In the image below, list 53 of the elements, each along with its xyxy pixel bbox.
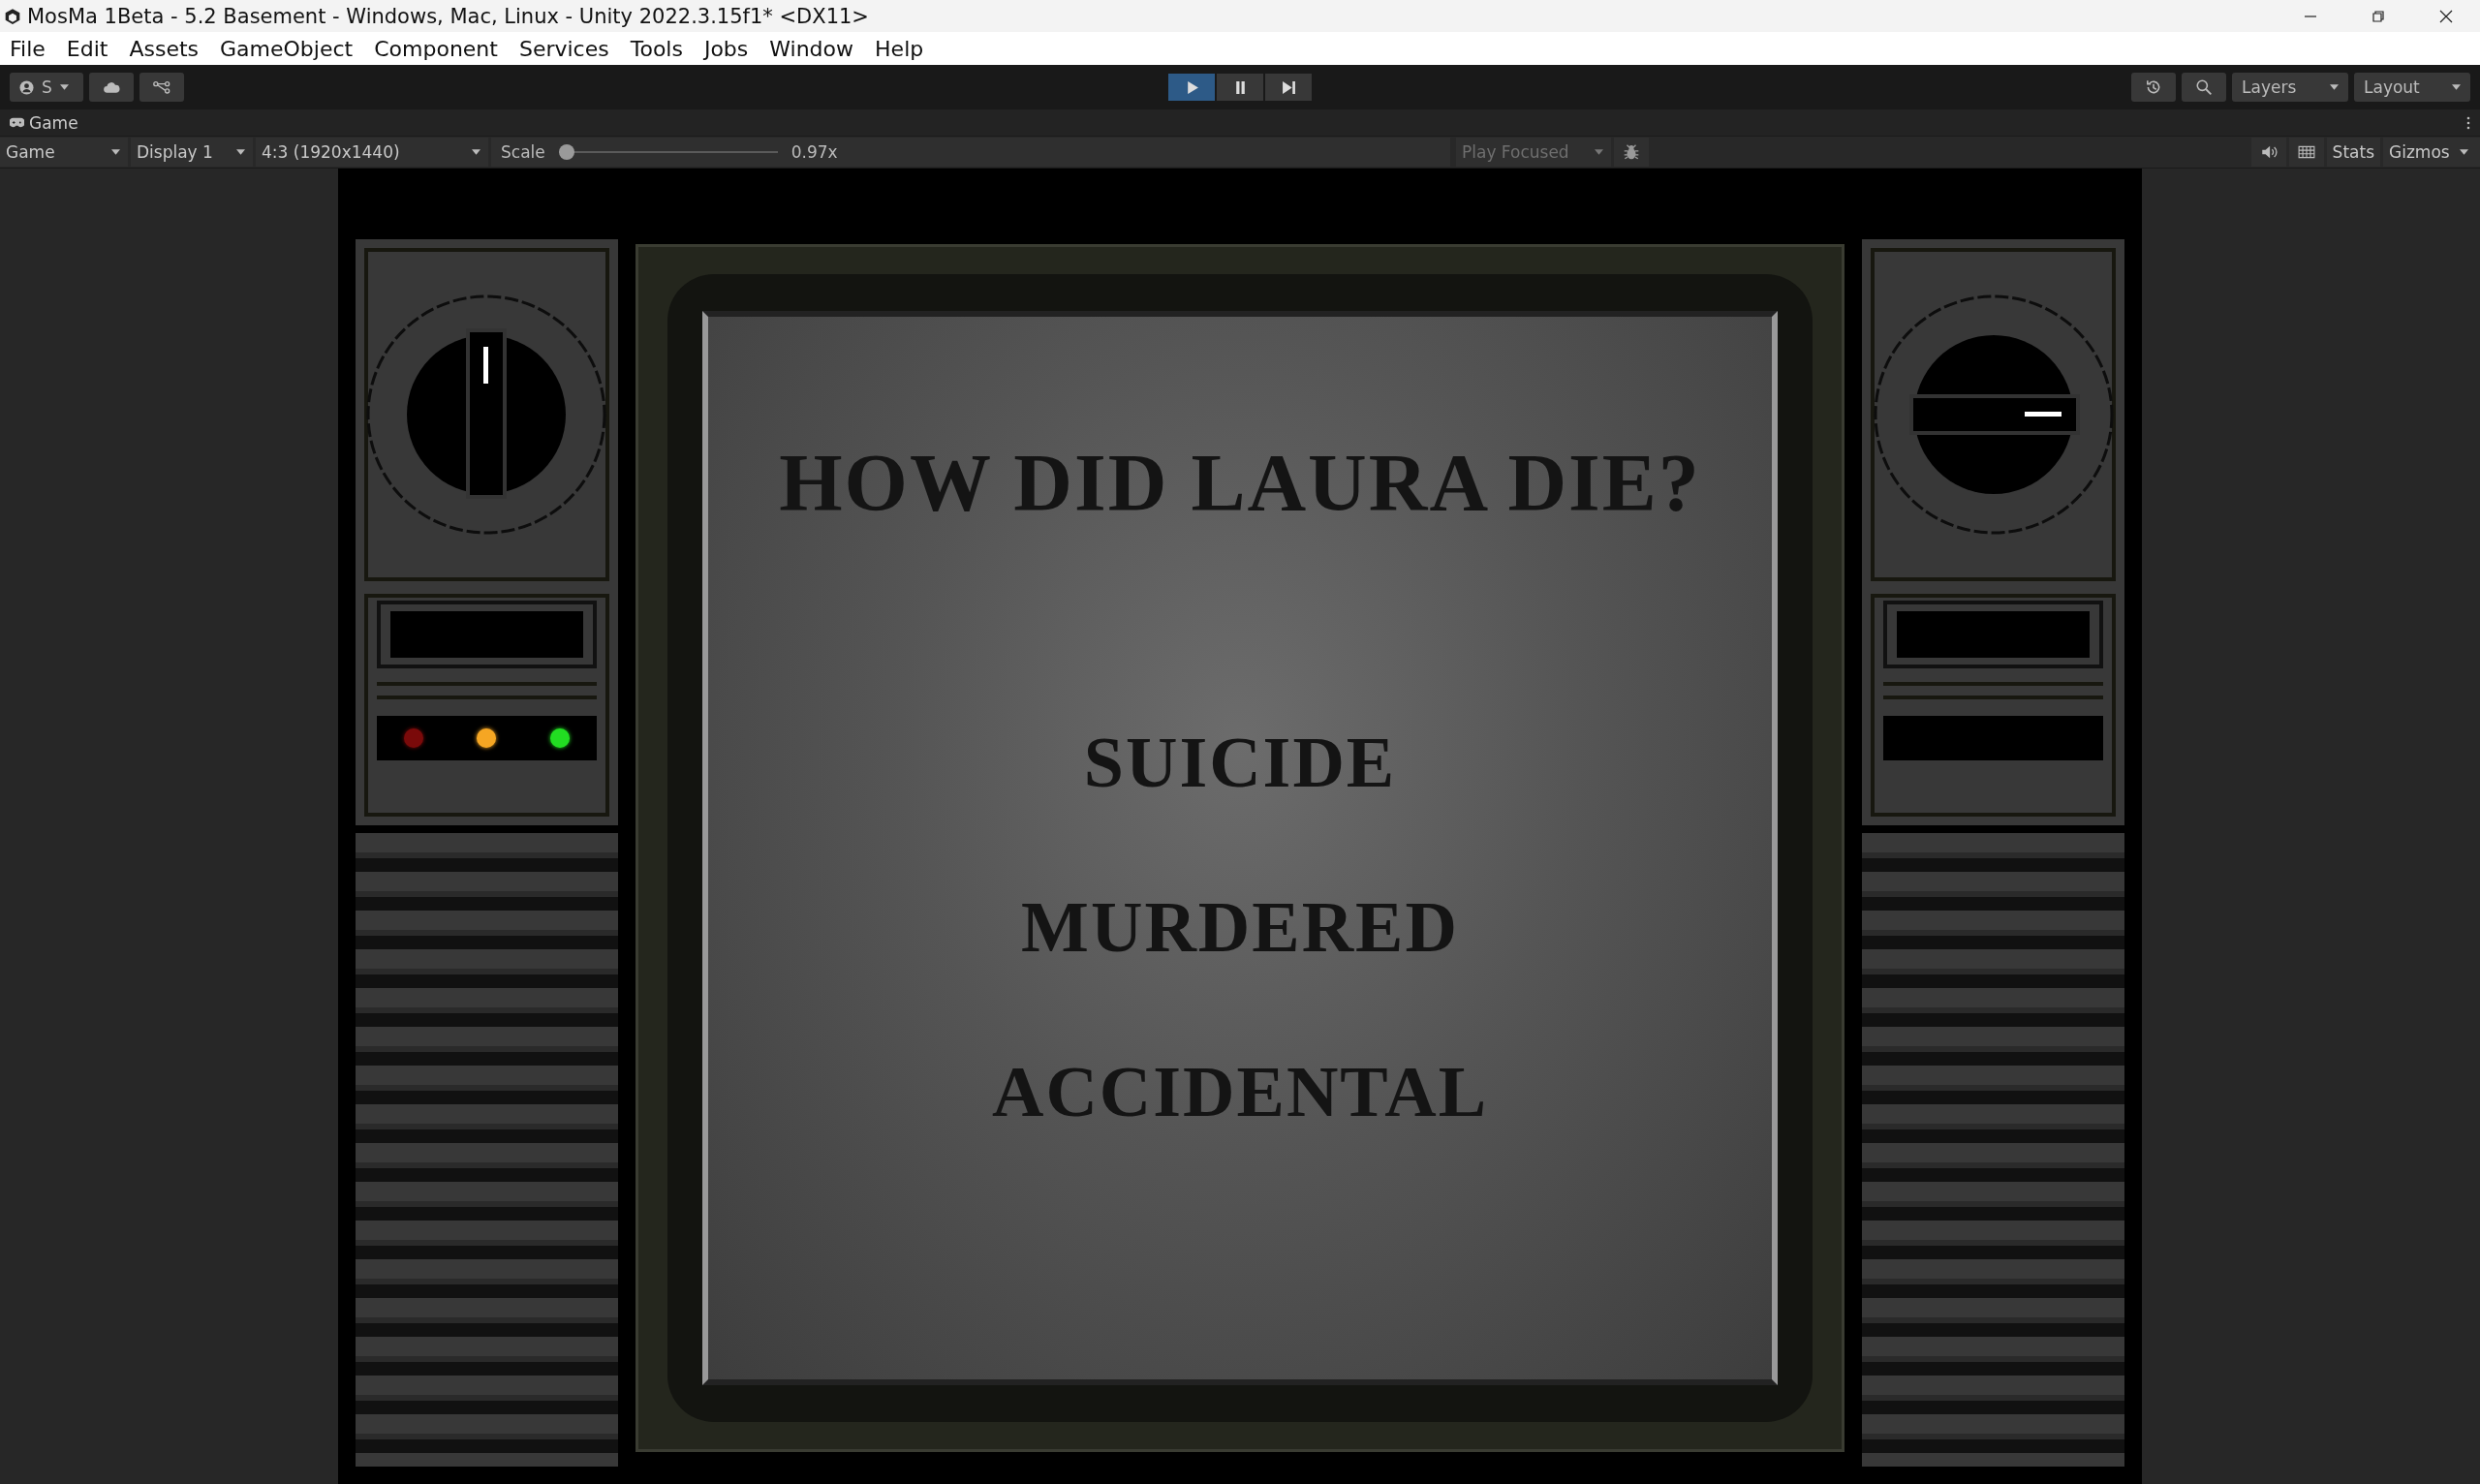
audio-button[interactable] [2250,138,2286,167]
stats-button[interactable]: Stats [2326,138,2380,167]
game-tab[interactable]: Game [10,112,78,133]
step-button[interactable] [1265,74,1312,101]
nodes-icon [153,78,170,96]
bug-icon [1623,143,1640,161]
caret-icon [2330,84,2339,90]
display-dropdown[interactable]: Display 1 [131,138,253,167]
pause-button[interactable] [1217,74,1263,101]
speaker-icon [2259,143,2278,161]
scale-slider[interactable] [558,144,778,160]
search-icon [2195,78,2213,96]
person-icon [19,79,34,95]
menu-item[interactable]: Assets [129,36,200,61]
caret-icon [111,149,120,155]
view-dropdown[interactable]: Game [0,138,128,167]
grid-icon [2297,143,2315,161]
scale-label: Scale [501,142,545,162]
aspect-dropdown[interactable]: 4:3 (1920x1440) [256,138,488,167]
history-icon [2145,78,2162,96]
gamepad-icon [10,115,24,130]
menu-item[interactable]: Tools [630,36,683,61]
menu-item[interactable]: Window [769,36,854,61]
menu-item[interactable]: Services [518,36,609,61]
window-title: MosMa 1Beta - 5.2 Basement - Windows, Mac, Linux - Unity 2022.3.15f1* <DX11> [27,4,869,28]
gizmos-dropdown[interactable]: Gizmos [2383,138,2480,167]
caret-icon [2459,149,2468,155]
menu-item[interactable]: GameObject [220,36,354,61]
scale-reading: 0.97x [790,142,838,162]
more-menu-icon[interactable] [2466,115,2470,130]
menu-item[interactable]: Edit [66,36,108,61]
layout-dropdown[interactable]: Layout [2354,73,2470,102]
collab-button[interactable] [140,73,184,102]
grid-button[interactable] [2288,138,2324,167]
caret-icon [472,149,480,155]
play-button[interactable] [1168,74,1215,101]
cube-icon [4,7,21,25]
history-button[interactable] [2131,73,2176,102]
menu-item[interactable]: Jobs [703,36,749,61]
account-dropdown[interactable]: S [10,73,83,102]
menu-item[interactable]: Help [875,36,924,61]
question-title: HOW DID LAURA DIE? [779,437,1701,530]
step-icon [1281,79,1296,95]
caret-icon [236,149,245,155]
menu-item[interactable]: Component [374,36,498,61]
caret-icon [2452,84,2461,90]
caret-icon [59,84,69,90]
layers-dropdown[interactable]: Layers [2232,73,2348,102]
cloud-button[interactable] [89,73,134,102]
menu-item[interactable]: File [10,36,46,61]
caret-icon [1595,149,1603,155]
search-button[interactable] [2182,73,2226,102]
debug-button[interactable] [1614,138,1649,167]
